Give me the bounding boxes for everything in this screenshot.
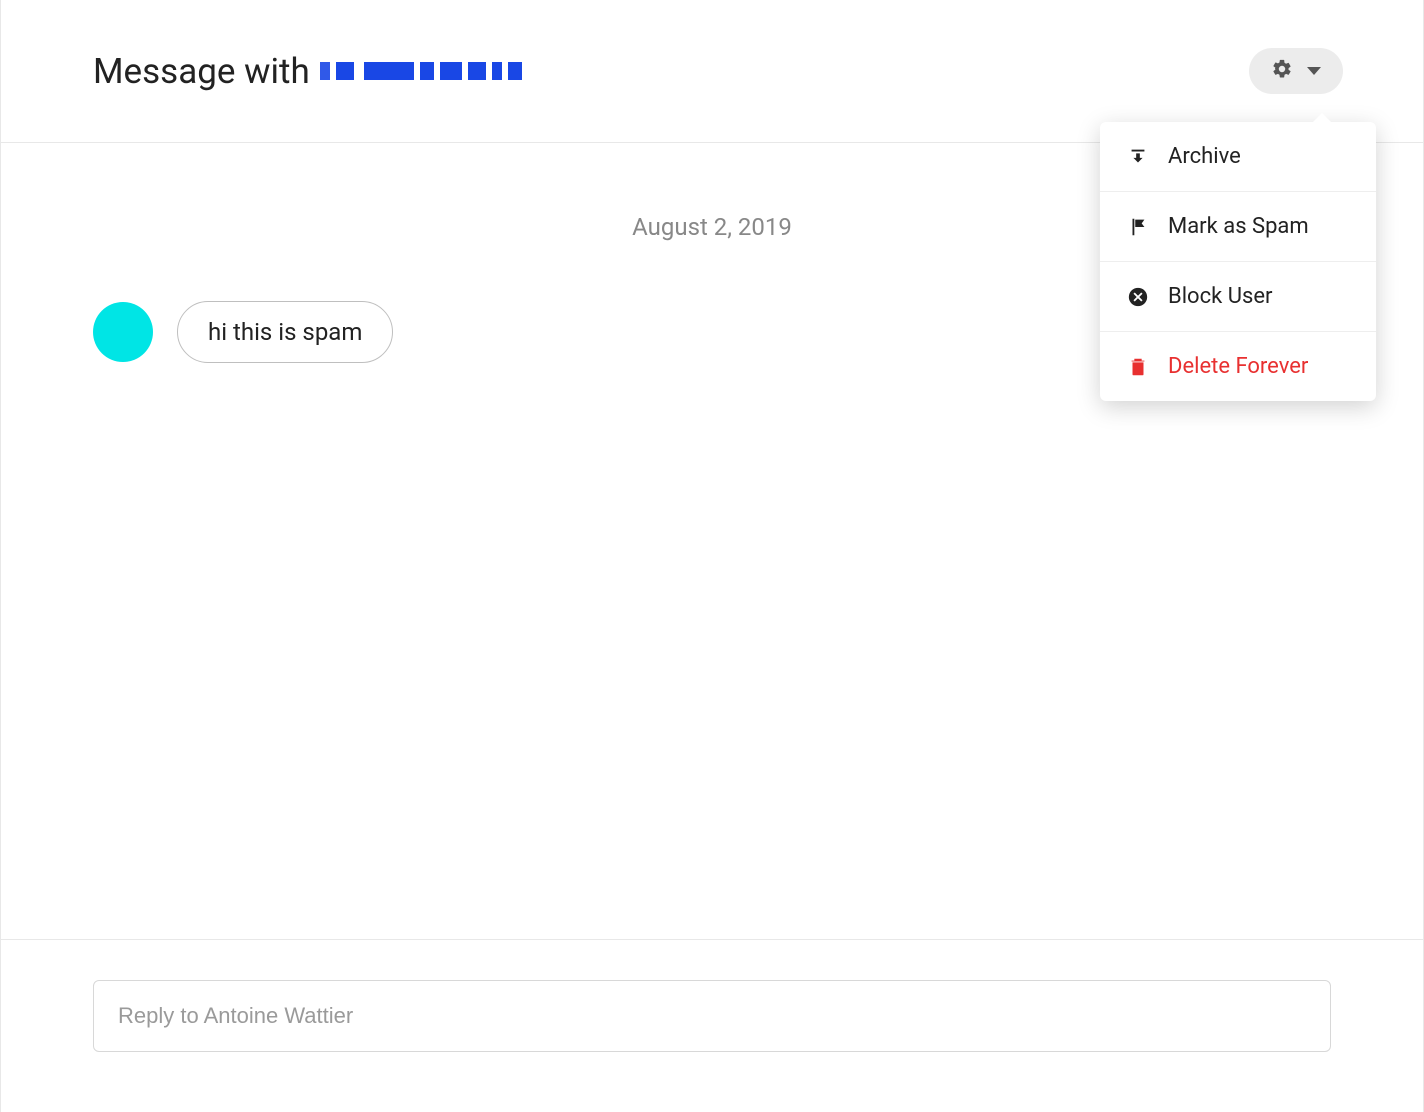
menu-item-delete-forever[interactable]: Delete Forever xyxy=(1100,332,1376,401)
menu-item-label: Block User xyxy=(1168,284,1272,309)
title-row: Message with xyxy=(93,51,522,92)
menu-item-label: Mark as Spam xyxy=(1168,214,1309,239)
redacted-recipient-name xyxy=(320,62,522,80)
trash-icon xyxy=(1126,355,1150,379)
menu-item-mark-spam[interactable]: Mark as Spam xyxy=(1100,192,1376,262)
archive-icon xyxy=(1126,145,1150,169)
settings-dropdown-menu: Archive Mark as Spam Block User Delete F… xyxy=(1100,122,1376,401)
menu-item-archive[interactable]: Archive xyxy=(1100,122,1376,192)
gear-icon xyxy=(1271,58,1293,84)
message-bubble: hi this is spam xyxy=(177,301,393,363)
menu-item-label: Delete Forever xyxy=(1168,354,1308,379)
reply-input[interactable] xyxy=(93,980,1331,1052)
menu-item-block-user[interactable]: Block User xyxy=(1100,262,1376,332)
settings-dropdown-button[interactable] xyxy=(1249,48,1343,94)
title-prefix: Message with xyxy=(93,51,310,92)
avatar xyxy=(93,302,153,362)
chevron-down-icon xyxy=(1307,67,1321,75)
flag-icon xyxy=(1126,215,1150,239)
page-title: Message with xyxy=(93,51,310,92)
menu-item-label: Archive xyxy=(1168,144,1241,169)
reply-area xyxy=(1,940,1423,1112)
block-icon xyxy=(1126,285,1150,309)
